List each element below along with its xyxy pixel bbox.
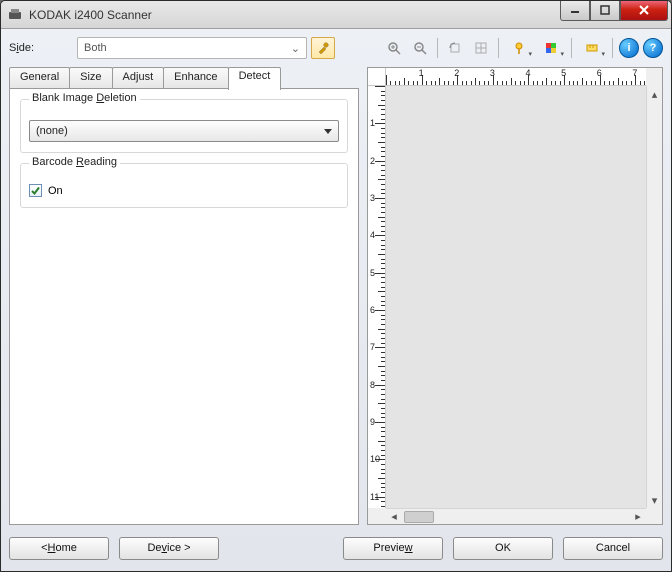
tab-size[interactable]: Size (69, 67, 112, 89)
side-label: Side: (9, 42, 73, 54)
tab-general[interactable]: General (9, 67, 70, 89)
rotate-icon (448, 41, 462, 55)
help-icon: ? (650, 42, 657, 54)
zoom-out-button[interactable] (409, 37, 431, 59)
chevron-down-icon (324, 129, 332, 134)
window-title: KODAK i2400 Scanner (29, 8, 560, 22)
vertical-ruler: 1234567891011 (368, 86, 386, 508)
rotate-button[interactable] (444, 37, 466, 59)
blank-image-deletion-value: (none) (36, 125, 68, 137)
units-dropdown[interactable] (578, 37, 606, 59)
tab-page-detect: Blank Image Deletion (none) Barcode Read… (9, 88, 359, 525)
scrollbar-thumb[interactable] (404, 511, 434, 523)
info-button[interactable]: i (619, 38, 639, 58)
preview-panel: 1234567 1234567891011 ▴ ▾ ◂ ▸ (367, 67, 663, 525)
pin-icon (512, 41, 526, 55)
barcode-on-checkbox[interactable] (29, 184, 42, 197)
barcode-on-label: On (48, 185, 63, 197)
titlebar[interactable]: KODAK i2400 Scanner (1, 1, 671, 29)
home-button[interactable]: < Home (9, 537, 109, 560)
ok-button[interactable]: OK (453, 537, 553, 560)
cancel-button[interactable]: Cancel (563, 537, 663, 560)
top-controls-row: Side: Both ⌄ i ? (9, 35, 663, 61)
scroll-left-icon: ◂ (386, 509, 402, 524)
barcode-reading-label: Barcode Reading (29, 156, 120, 168)
quality-dropdown[interactable] (505, 37, 533, 59)
preview-surface[interactable] (386, 86, 646, 508)
scroll-down-icon: ▾ (647, 492, 662, 508)
color-dropdown[interactable] (537, 37, 565, 59)
button-row: < Home Device > Preview OK Cancel (9, 533, 663, 563)
ruler-icon (585, 41, 599, 55)
preview-area: 1234567 1234567891011 ▴ ▾ ◂ ▸ (367, 67, 663, 525)
scroll-right-icon: ▸ (630, 509, 646, 524)
chevron-down-icon: ⌄ (291, 42, 300, 55)
barcode-reading-group: Barcode Reading On (20, 163, 348, 208)
preview-button[interactable]: Preview (343, 537, 443, 560)
help-button[interactable]: ? (643, 38, 663, 58)
horizontal-scrollbar[interactable]: ◂ ▸ (386, 508, 646, 524)
window-controls (560, 1, 668, 21)
check-icon (30, 185, 41, 196)
grid-button[interactable] (470, 37, 492, 59)
blank-image-deletion-group: Blank Image Deletion (none) (20, 99, 348, 153)
maximize-button[interactable] (590, 1, 620, 21)
preview-toolbar: i ? (383, 37, 663, 59)
scroll-up-icon: ▴ (647, 86, 662, 102)
device-button[interactable]: Device > (119, 537, 219, 560)
tab-bar: General Size Adjust Enhance Detect (9, 67, 359, 89)
tab-adjust[interactable]: Adjust (112, 67, 165, 89)
zoom-out-icon (413, 41, 427, 55)
minimize-button[interactable] (560, 1, 590, 21)
close-button[interactable] (620, 1, 668, 21)
client-area: Side: Both ⌄ i ? (1, 29, 671, 571)
wrench-icon (316, 41, 330, 55)
app-icon (7, 7, 23, 23)
tab-detect[interactable]: Detect (228, 67, 282, 90)
zoom-in-button[interactable] (383, 37, 405, 59)
grid-icon (474, 41, 488, 55)
blank-image-deletion-select[interactable]: (none) (29, 120, 339, 142)
zoom-in-icon (387, 41, 401, 55)
blank-image-deletion-label: Blank Image Deletion (29, 92, 140, 104)
side-select-value: Both (84, 42, 107, 54)
horizontal-ruler: 1234567 (386, 68, 646, 86)
vertical-scrollbar[interactable]: ▴ ▾ (646, 86, 662, 508)
settings-panel: General Size Adjust Enhance Detect Blank… (9, 67, 359, 525)
settings-shortcut-button[interactable] (311, 37, 335, 59)
tab-enhance[interactable]: Enhance (163, 67, 228, 89)
color-icon (544, 41, 558, 55)
info-icon: i (627, 42, 630, 54)
side-select[interactable]: Both ⌄ (77, 37, 307, 59)
scanner-settings-window: KODAK i2400 Scanner Side: Both ⌄ (0, 0, 672, 572)
